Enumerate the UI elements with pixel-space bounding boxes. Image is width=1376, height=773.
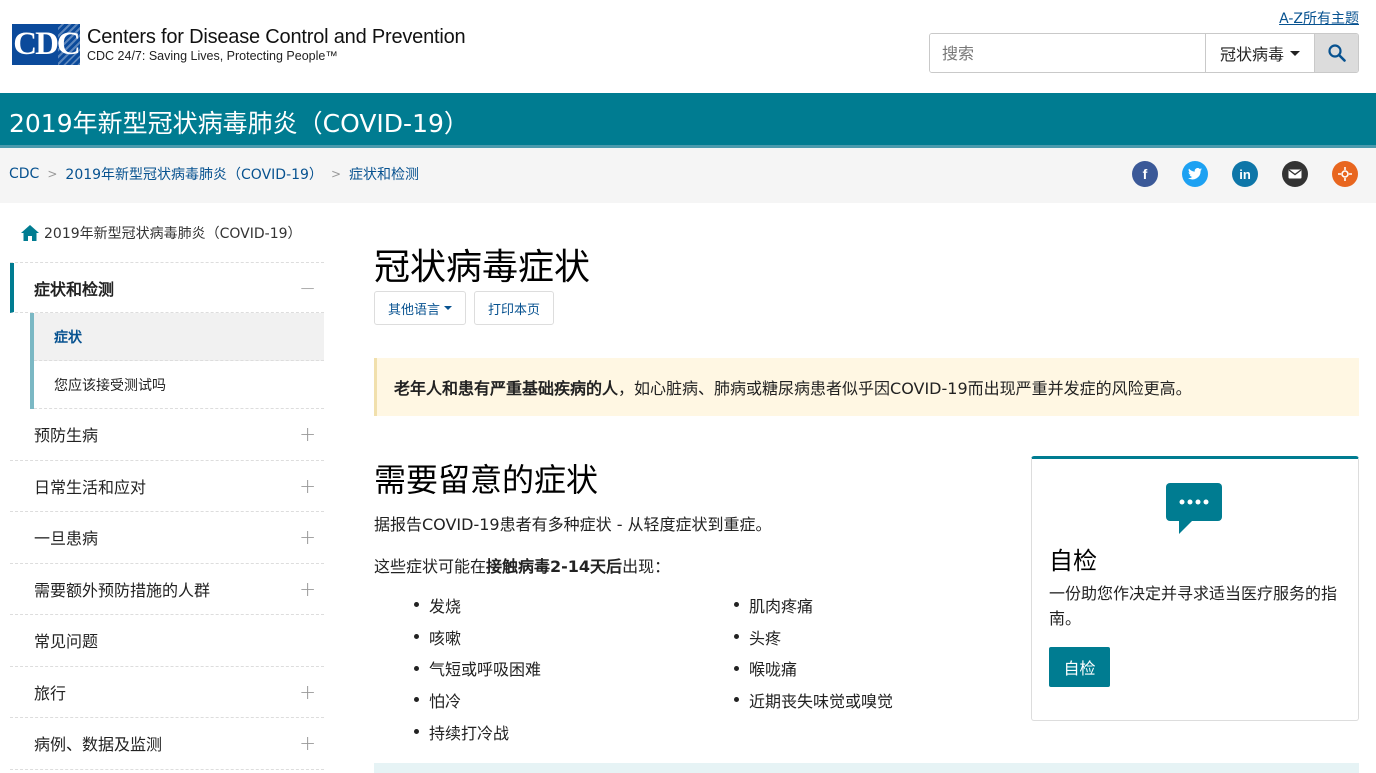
expand-icon[interactable]: +: [299, 731, 316, 755]
alert-bold-text: 老年人和患有严重基础疾病的人: [394, 379, 619, 398]
expand-icon[interactable]: +: [299, 422, 316, 446]
expand-icon[interactable]: +: [299, 577, 316, 601]
symptom-list-left: 发烧 咳嗽 气短或呼吸困难 怕冷 持续打冷战: [414, 589, 541, 747]
card-description: 一份助您作决定并寻求适当医疗服务的指南。: [1049, 584, 1338, 628]
home-icon: [21, 224, 39, 241]
nav-home-link[interactable]: 2019年新型冠状病毒肺炎（COVID-19）: [10, 203, 324, 263]
breadcrumb-separator: >: [330, 167, 341, 181]
search-scope-label: 冠状病毒: [1219, 45, 1284, 64]
expand-icon[interactable]: +: [299, 525, 316, 549]
topic-title[interactable]: 2019年新型冠状病毒肺炎（COVID-19）: [9, 104, 469, 140]
nav-item-symptoms-testing[interactable]: 症状和检测 −: [10, 263, 324, 313]
twitter-icon[interactable]: [1182, 161, 1208, 187]
intro-paragraph: 据报告COVID-19患者有多种症状 - 从轻度症状到重症。: [374, 515, 772, 534]
nav-item-label: 常见问题: [34, 632, 99, 652]
breadcrumb-covid[interactable]: 2019年新型冠状病毒肺炎（COVID-19）: [65, 164, 323, 184]
other-languages-button[interactable]: 其他语言: [374, 291, 467, 325]
next-section-strip: [374, 763, 1359, 773]
nav-item-label: 需要额外预防措施的人群: [34, 580, 211, 600]
tagline: CDC 24/7: Saving Lives, Protecting Peopl…: [87, 48, 338, 63]
breadcrumb-symptoms-testing[interactable]: 症状和检测: [349, 164, 419, 184]
linkedin-icon[interactable]: in: [1232, 161, 1258, 187]
nav-item-label: 预防生病: [34, 426, 99, 446]
nav-subitem-testing[interactable]: 您应该接受测试吗: [34, 361, 324, 409]
chevron-down-icon: [444, 306, 453, 310]
email-icon[interactable]: [1282, 161, 1308, 187]
risk-alert: 老年人和患有严重基础疾病的人 ，如心脏病、肺病或糖尿病患者似乎因COVID-19…: [374, 358, 1359, 416]
nav-item-label: 症状和检测: [34, 279, 115, 299]
print-button[interactable]: 打印本页: [474, 291, 555, 325]
search-button[interactable]: [1314, 34, 1358, 72]
nav-item-label: 病例、数据及监测: [34, 735, 163, 755]
nav-item-travel[interactable]: 旅行 +: [10, 667, 324, 718]
symptom-list-right: 肌肉疼痛 头疼 喉咙痛 近期丧失味觉或嗅觉: [734, 589, 893, 716]
list-item: 头疼: [734, 621, 893, 653]
logo-text: Centers for Disease Control and Preventi…: [87, 25, 466, 63]
list-item: 怕冷: [414, 684, 541, 716]
chevron-down-icon: [1290, 50, 1300, 56]
expand-icon[interactable]: +: [299, 474, 316, 498]
list-item: 喉咙痛: [734, 652, 893, 684]
nav-home-label: 2019年新型冠状病毒肺炎（COVID-19）: [44, 225, 302, 242]
collapse-icon[interactable]: −: [299, 276, 316, 300]
syndicate-icon[interactable]: [1332, 161, 1358, 187]
facebook-icon[interactable]: f: [1132, 161, 1158, 187]
card-title: 自检: [1049, 547, 1097, 575]
list-item: 气短或呼吸困难: [414, 652, 541, 684]
nav-item-label: 旅行: [34, 683, 67, 703]
other-languages-label: 其他语言: [388, 302, 441, 318]
nav-item-daily-life[interactable]: 日常生活和应对 +: [10, 461, 324, 512]
nav-item-label: 一旦患病: [34, 529, 99, 549]
nav-item-faq[interactable]: 常见问题: [10, 615, 324, 667]
nav-item-extra-precautions[interactable]: 需要额外预防措施的人群 +: [10, 564, 324, 615]
page-title: 冠状病毒症状: [374, 247, 591, 288]
list-item: 发烧: [414, 589, 541, 621]
breadcrumb-separator: >: [47, 167, 58, 181]
onset-text-post: 出现：: [622, 557, 671, 576]
search-bar: 冠状病毒: [929, 33, 1359, 73]
az-topics-link[interactable]: A-Z所有主题: [1279, 8, 1359, 28]
cdc-logo-mark: CDC: [12, 24, 81, 65]
expand-icon[interactable]: +: [299, 680, 316, 704]
list-item: 近期丧失味觉或嗅觉: [734, 684, 893, 716]
section-title: 需要留意的症状: [374, 461, 599, 499]
nav-subitem-symptoms[interactable]: 症状: [34, 313, 324, 361]
nav-item-cases-data[interactable]: 病例、数据及监测 +: [10, 718, 324, 770]
nav-subitems: 症状 您应该接受测试吗: [30, 313, 324, 409]
nav-item-label: 日常生活和应对: [34, 477, 147, 497]
onset-text-pre: 这些症状可能在: [374, 557, 487, 576]
onset-text-bold: 接触病毒2-14天后: [486, 557, 623, 576]
list-item: 咳嗽: [414, 621, 541, 653]
list-item: 持续打冷战: [414, 716, 541, 748]
self-check-button[interactable]: 自检: [1049, 647, 1110, 687]
search-scope-dropdown[interactable]: 冠状病毒: [1205, 34, 1314, 72]
site-header: CDC Centers for Disease Control and Prev…: [0, 0, 1376, 93]
org-name: Centers for Disease Control and Preventi…: [87, 25, 466, 48]
chat-bubble-icon: [1166, 483, 1222, 534]
page-tools: 其他语言 打印本页: [374, 291, 555, 325]
alert-text: ，如心脏病、肺病或糖尿病患者似乎因COVID-19而出现严重并发症的风险更高。: [618, 379, 1192, 398]
nav-item-if-sick[interactable]: 一旦患病 +: [10, 512, 324, 564]
nav-item-prevent[interactable]: 预防生病 +: [10, 409, 324, 461]
social-share: f in: [1132, 161, 1358, 187]
search-icon: [1327, 44, 1346, 62]
breadcrumb-bar: CDC > 2019年新型冠状病毒肺炎（COVID-19） > 症状和检测 f …: [0, 148, 1376, 203]
cdc-logo[interactable]: CDC Centers for Disease Control and Prev…: [12, 24, 466, 65]
breadcrumb-cdc[interactable]: CDC: [9, 166, 39, 182]
search-input[interactable]: [930, 34, 1205, 72]
list-item: 肌肉疼痛: [734, 589, 893, 621]
onset-paragraph: 这些症状可能在接触病毒2-14天后出现：: [374, 553, 670, 577]
left-navigation: 2019年新型冠状病毒肺炎（COVID-19） 症状和检测 − 症状 您应该接受…: [10, 203, 324, 770]
self-check-card: 自检 一份助您作决定并寻求适当医疗服务的指南。 自检: [1031, 456, 1359, 721]
breadcrumb: CDC > 2019年新型冠状病毒肺炎（COVID-19） > 症状和检测: [9, 164, 419, 184]
topic-banner: 2019年新型冠状病毒肺炎（COVID-19）: [0, 93, 1376, 148]
